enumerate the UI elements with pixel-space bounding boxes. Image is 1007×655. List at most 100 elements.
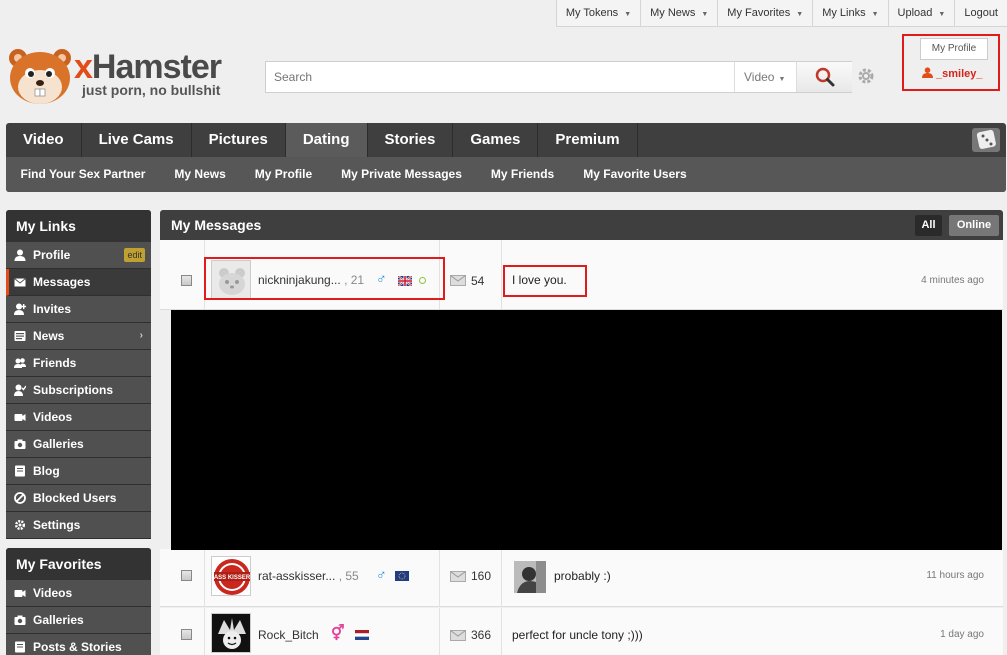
chevron-down-icon: ▼ [938, 11, 946, 18]
user-icon [922, 67, 933, 78]
message-count: 160 [471, 569, 492, 583]
avatar[interactable]: ASS KISSER [211, 556, 251, 596]
message-photo-thumbnail[interactable] [514, 561, 546, 593]
sidebar-item-label: Galleries [33, 437, 84, 451]
sidebar-item-invites[interactable]: Invites [6, 296, 151, 323]
subnav-my-news[interactable]: My News [160, 157, 240, 192]
chevron-down-icon: ▼ [701, 11, 709, 18]
site-logo[interactable]: xHamster just porn, no bullshit [6, 45, 246, 107]
top-link-logout[interactable]: Logout [954, 0, 1007, 26]
message-count: 54 [471, 274, 485, 288]
search-category-label: Video [744, 70, 775, 84]
messages-header: My Messages All Online [160, 210, 1003, 240]
search-category-select[interactable]: Video ▼ [734, 62, 796, 92]
sidebar-item-label: Settings [33, 518, 81, 532]
username-link[interactable]: _smiley_ [922, 67, 982, 80]
avatar[interactable] [211, 613, 251, 653]
video-camera-icon [14, 414, 26, 421]
sidebar-item-messages[interactable]: Messages [6, 269, 151, 296]
netherlands-flag-icon [355, 630, 369, 640]
message-checkbox[interactable] [181, 275, 192, 286]
subscription-icon [14, 384, 26, 396]
nav-dating[interactable]: Dating [285, 123, 368, 157]
message-checkbox[interactable] [181, 570, 192, 581]
message-checkbox[interactable] [181, 629, 192, 640]
nav-premium[interactable]: Premium [538, 123, 638, 157]
message-user-cell[interactable]: ASS KISSER rat-asskisser... , 55 ♂ [204, 549, 440, 606]
message-username[interactable]: rat-asskisser... , 55 [258, 569, 359, 583]
couple-gender-icon: ⚥ [331, 625, 345, 642]
top-link-my-favorites[interactable]: My Favorites ▼ [717, 0, 812, 26]
chevron-down-icon: ▼ [624, 11, 632, 18]
top-link-upload[interactable]: Upload ▼ [887, 0, 955, 26]
sidebar-item-news[interactable]: News › [6, 323, 151, 350]
message-time: 1 day ago [940, 629, 984, 640]
message-count-cell: 160 [440, 549, 502, 606]
sidebar-item-label: Videos [33, 586, 73, 600]
sidebar-item-label: Messages [33, 275, 91, 289]
nav-pictures[interactable]: Pictures [192, 123, 286, 157]
sidebar-item-blog[interactable]: Blog [6, 458, 151, 485]
subnav-my-friends[interactable]: My Friends [476, 157, 568, 192]
envelope-icon [450, 571, 466, 582]
message-username[interactable]: Rock_Bitch [258, 628, 319, 642]
news-icon [14, 331, 26, 341]
envelope-icon [450, 630, 466, 641]
sidebar-item-friends[interactable]: Friends [6, 350, 151, 377]
subnav-find-partner[interactable]: Find Your Sex Partner [6, 157, 160, 192]
search-button[interactable] [796, 62, 852, 92]
search-bar: Video▼ [265, 61, 852, 93]
envelope-icon [14, 278, 26, 287]
dice-icon [976, 129, 996, 149]
sidebar-item-settings[interactable]: Settings [6, 512, 151, 539]
chevron-down-icon: ▼ [871, 11, 879, 18]
nav-live-cams[interactable]: Live Cams [82, 123, 192, 157]
random-button[interactable] [972, 128, 1000, 152]
sidebar-item-label: Invites [33, 302, 72, 316]
sidebar-links-title: My Links [6, 210, 151, 242]
sidebar-item-label: Friends [33, 356, 77, 370]
nav-main-row: Video Live Cams Pictures Dating Stories … [6, 123, 638, 157]
search-input[interactable] [266, 62, 734, 92]
gear-icon[interactable] [856, 66, 876, 86]
sidebar-fav-posts-stories[interactable]: Posts & Stories [6, 634, 151, 655]
sidebar-item-galleries[interactable]: Galleries [6, 431, 151, 458]
sidebar-my-favorites: My Favorites Videos Galleries Posts & St… [6, 548, 151, 655]
top-link-my-links[interactable]: My Links ▼ [812, 0, 887, 26]
user-highlight [204, 257, 445, 300]
nav-stories[interactable]: Stories [368, 123, 454, 157]
message-time: 11 hours ago [926, 570, 984, 581]
message-user-cell[interactable]: Rock_Bitch ⚥ [204, 608, 440, 655]
subnav-favorite-users[interactable]: My Favorite Users [569, 157, 701, 192]
tab-online[interactable]: Online [949, 215, 999, 236]
subnav-private-messages[interactable]: My Private Messages [327, 157, 477, 192]
sidebar-item-blocked-users[interactable]: Blocked Users [6, 485, 151, 512]
sidebar-fav-videos[interactable]: Videos [6, 580, 151, 607]
sidebar-item-subscriptions[interactable]: Subscriptions [6, 377, 151, 404]
message-row[interactable]: Rock_Bitch ⚥ 366 perfect for uncle tony … [160, 608, 1003, 655]
chevron-down-icon: ▼ [796, 11, 804, 18]
message-preview[interactable]: perfect for uncle tony ;))) [512, 628, 643, 642]
my-profile-button[interactable]: My Profile [920, 38, 988, 60]
top-link-my-news[interactable]: My News ▼ [640, 0, 717, 26]
tab-all[interactable]: All [915, 215, 942, 236]
main-navigation: Video Live Cams Pictures Dating Stories … [6, 123, 1006, 192]
user-add-icon [14, 303, 26, 315]
chevron-down-icon: ▼ [778, 76, 786, 83]
sidebar-item-profile[interactable]: Profile edit [6, 242, 151, 269]
sidebar-item-videos[interactable]: Videos [6, 404, 151, 431]
message-preview[interactable]: probably :) [554, 569, 611, 583]
subnav-my-profile[interactable]: My Profile [240, 157, 326, 192]
sidebar-fav-galleries[interactable]: Galleries [6, 607, 151, 634]
edit-badge[interactable]: edit [124, 248, 145, 262]
top-link-label: My Tokens [565, 7, 619, 19]
sidebar-item-label: News [33, 329, 65, 343]
nav-sub-row: Find Your Sex Partner My News My Profile… [6, 157, 1006, 192]
camera-icon [14, 439, 26, 449]
sidebar-item-label: Posts & Stories [33, 640, 122, 654]
top-link-my-tokens[interactable]: My Tokens ▼ [555, 0, 640, 26]
message-highlight [503, 265, 587, 297]
message-row[interactable]: ASS KISSER rat-asskisser... , 55 ♂ 160 p… [160, 549, 1003, 607]
nav-video[interactable]: Video [6, 123, 82, 157]
nav-games[interactable]: Games [453, 123, 539, 157]
